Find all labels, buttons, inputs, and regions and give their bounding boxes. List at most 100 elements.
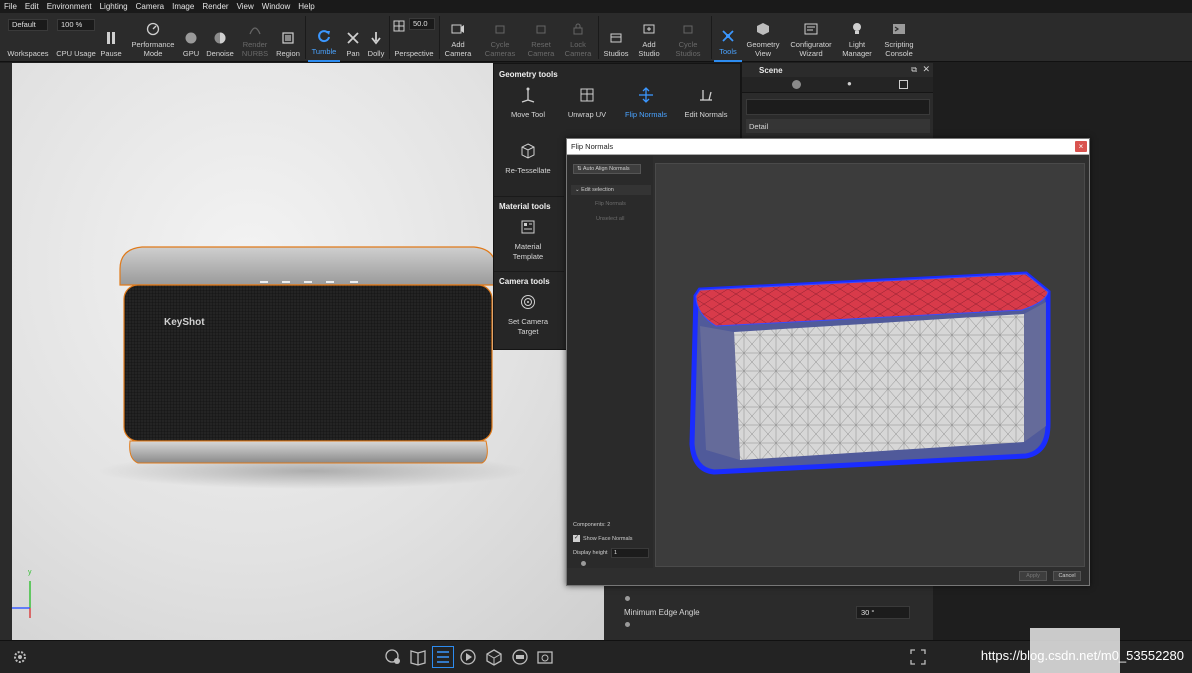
cycle-cameras-button[interactable]: Cycle Cameras bbox=[481, 13, 519, 62]
cpu-usage-button[interactable]: CPU Usage bbox=[55, 13, 97, 62]
camera-target-icon bbox=[521, 295, 535, 309]
configurator-icon bbox=[803, 21, 819, 37]
perspective-label: Perspective bbox=[394, 49, 434, 58]
auto-align-normals-button[interactable]: ⇅ Auto Align Normals bbox=[573, 164, 641, 174]
move-tool-button[interactable]: Move Tool bbox=[498, 86, 558, 120]
menu-lighting[interactable]: Lighting bbox=[96, 0, 132, 13]
retessellate-button[interactable]: Re-Tessellate bbox=[498, 142, 558, 176]
menu-window[interactable]: Window bbox=[258, 0, 294, 13]
material-tab-icon[interactable] bbox=[792, 80, 801, 89]
library-book-icon[interactable] bbox=[408, 647, 428, 667]
unselect-all-action[interactable]: Unselect all bbox=[596, 216, 624, 222]
region-button[interactable]: Region bbox=[274, 13, 302, 62]
material-template-button[interactable]: Material Template bbox=[498, 218, 558, 262]
render-camera-icon[interactable] bbox=[510, 647, 530, 667]
screenshot-icon[interactable] bbox=[535, 647, 555, 667]
camera-tab-icon[interactable] bbox=[899, 80, 908, 89]
studios-label: Studios bbox=[603, 49, 629, 58]
edit-selection-label: Edit selection bbox=[581, 187, 614, 193]
configurator-wizard-button[interactable]: Configurator Wizard bbox=[786, 13, 836, 62]
pause-icon bbox=[103, 30, 119, 46]
pause-button[interactable]: Pause bbox=[99, 13, 123, 62]
edit-normals-button[interactable]: Edit Normals bbox=[676, 86, 736, 120]
close-panel-icon[interactable]: ✕ bbox=[922, 64, 930, 75]
menu-file[interactable]: File bbox=[0, 0, 21, 13]
project-list-icon[interactable] bbox=[432, 646, 454, 668]
reset-camera-button[interactable]: Reset Camera bbox=[523, 13, 559, 62]
menu-view[interactable]: View bbox=[233, 0, 258, 13]
normals-preview-viewport[interactable] bbox=[655, 163, 1085, 567]
add-studio-button[interactable]: Add Studio bbox=[634, 13, 664, 62]
toolbar-separator bbox=[389, 16, 390, 59]
cycle-cameras-label-2: Cameras bbox=[484, 49, 516, 58]
edit-selection-header[interactable]: ⌄ Edit selection bbox=[571, 185, 651, 195]
show-face-normals-checkbox[interactable]: ✓ Show Face Normals bbox=[573, 535, 633, 542]
denoise-label: Denoise bbox=[206, 49, 234, 58]
tools-label: Tools bbox=[719, 47, 737, 56]
perspective-button[interactable]: Perspective bbox=[392, 13, 436, 62]
workspaces-button[interactable]: Workspaces bbox=[4, 13, 52, 62]
flip-normals-button[interactable]: Flip Normals bbox=[616, 86, 676, 120]
performance-mode-button[interactable]: Performance Mode bbox=[128, 13, 178, 62]
detail-row[interactable]: Detail bbox=[746, 119, 930, 133]
animation-play-icon[interactable] bbox=[458, 647, 478, 667]
set-camera-target-label-1: Set Camera bbox=[507, 317, 549, 326]
tumble-button[interactable]: Tumble bbox=[308, 13, 340, 62]
material-template-icon bbox=[521, 220, 535, 234]
cancel-button[interactable]: Cancel bbox=[1053, 571, 1081, 581]
light-tab-icon[interactable]: ● bbox=[847, 79, 852, 88]
light-manager-label-1: Light bbox=[848, 40, 866, 49]
studios-button[interactable]: Studios bbox=[600, 13, 632, 62]
display-height-slider[interactable] bbox=[581, 561, 586, 566]
dialog-close-button[interactable]: × bbox=[1075, 141, 1087, 152]
add-camera-button[interactable]: Add Camera bbox=[441, 13, 475, 62]
menu-help[interactable]: Help bbox=[294, 0, 318, 13]
pan-button[interactable]: Pan bbox=[343, 13, 363, 62]
geometry-view-button[interactable]: Geometry View bbox=[744, 13, 782, 62]
light-manager-button[interactable]: Light Manager bbox=[839, 13, 875, 62]
keyshotxr-cube-icon[interactable] bbox=[484, 647, 504, 667]
speaker-base bbox=[129, 440, 488, 464]
unwrap-uv-button[interactable]: Unwrap UV bbox=[557, 86, 617, 120]
gpu-button[interactable]: GPU bbox=[181, 13, 201, 62]
geometry-view-label-1: Geometry bbox=[746, 40, 780, 49]
add-studio-icon bbox=[641, 21, 657, 37]
render-nurbs-label-2: NURBS bbox=[241, 49, 269, 58]
watermark-url: https://blog.csdn.net/m0_53552280 bbox=[980, 648, 1184, 663]
fullscreen-icon[interactable] bbox=[908, 647, 928, 667]
scripting-console-button[interactable]: Scripting Console bbox=[879, 13, 919, 62]
settings-gear-icon[interactable] bbox=[10, 647, 30, 667]
add-studio-label-2: Studio bbox=[638, 49, 660, 58]
render-nurbs-label-1: Render bbox=[242, 40, 268, 49]
menu-environment[interactable]: Environment bbox=[43, 0, 96, 13]
reset-camera-label-1: Reset bbox=[531, 40, 551, 49]
flip-normals-action[interactable]: Flip Normals bbox=[595, 201, 626, 207]
set-camera-target-button[interactable]: Set Camera Target bbox=[498, 293, 558, 337]
display-height-input[interactable]: 1 bbox=[611, 548, 649, 558]
speaker-top bbox=[119, 246, 497, 286]
lock-camera-button[interactable]: Lock Camera bbox=[561, 13, 595, 62]
import-icon[interactable] bbox=[383, 647, 403, 667]
dolly-button[interactable]: Dolly bbox=[365, 13, 387, 62]
retessellate-icon bbox=[521, 143, 535, 159]
denoise-button[interactable]: Denoise bbox=[204, 13, 236, 62]
menu-image[interactable]: Image bbox=[168, 0, 198, 13]
front-face-mesh bbox=[734, 314, 1024, 460]
scene-search-field[interactable] bbox=[746, 99, 930, 115]
tools-button[interactable]: Tools bbox=[714, 13, 742, 62]
slider-handle[interactable] bbox=[625, 622, 630, 627]
pan-label: Pan bbox=[346, 49, 360, 58]
menu-edit[interactable]: Edit bbox=[21, 0, 43, 13]
cycle-studios-button[interactable]: Cycle Studios bbox=[670, 13, 706, 62]
menu-camera[interactable]: Camera bbox=[132, 0, 168, 13]
menu-render[interactable]: Render bbox=[198, 0, 232, 13]
render-nurbs-button[interactable]: Render NURBS bbox=[240, 13, 270, 62]
configurator-label-2: Wizard bbox=[799, 49, 823, 58]
reset-camera-icon bbox=[533, 21, 549, 37]
undock-icon[interactable]: ⧉ bbox=[911, 65, 917, 75]
slider-handle[interactable] bbox=[625, 596, 630, 601]
performance-icon bbox=[145, 21, 161, 37]
apply-button[interactable]: Apply bbox=[1019, 571, 1047, 581]
min-edge-angle-input[interactable]: 30 ° bbox=[856, 606, 910, 619]
edit-normals-icon bbox=[700, 90, 712, 101]
